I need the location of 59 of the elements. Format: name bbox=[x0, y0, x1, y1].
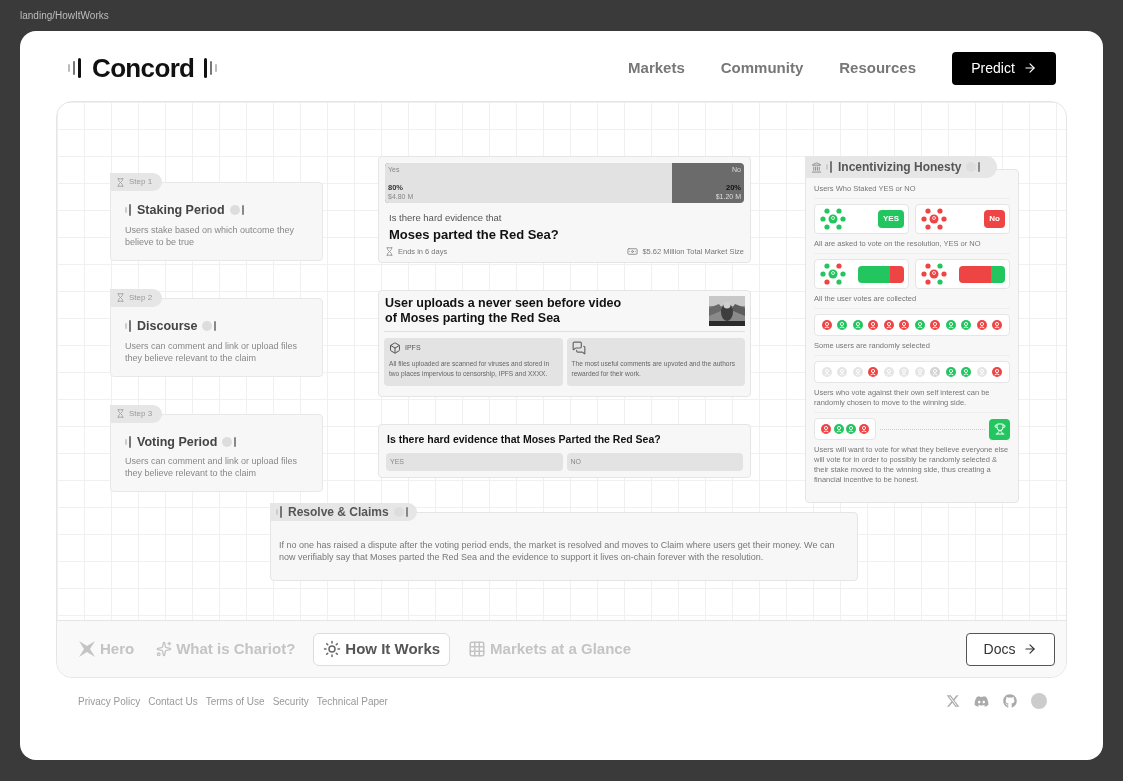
step-description: Users stake based on which outcome they believe to be true bbox=[125, 223, 296, 248]
predict-button[interactable]: Predict bbox=[952, 51, 1056, 85]
question-prefix: Is there hard evidence that bbox=[388, 211, 503, 225]
logo-text: Concord bbox=[92, 55, 195, 81]
step-title: Staking Period bbox=[137, 202, 225, 219]
page-path: landing/HowItWorks bbox=[20, 9, 110, 23]
discord-icon[interactable] bbox=[974, 693, 989, 709]
vote-question: Is there hard evidence that Moses Parted the Red Sea? bbox=[386, 432, 662, 447]
step-label: Step 2 bbox=[129, 291, 153, 304]
step-label: Step 1 bbox=[129, 176, 153, 188]
step-description: Users can comment and link or upload files they believe relevant to the claim bbox=[125, 339, 299, 364]
bars-icon bbox=[125, 435, 133, 448]
step-description: Users can comment and link or upload files they believe relevant to the claim bbox=[125, 455, 299, 480]
chat-icon bbox=[571, 341, 586, 355]
nav-link[interactable]: Markets bbox=[628, 56, 685, 80]
resolve-text: If no one has raised a dispute after the voting period ends, the market is resolved and moves to Claim where users get their money. We can now verifiably say that Moses parted the Red Sea and the evidence to support it lives on-chain forever with the resolution. bbox=[279, 538, 836, 563]
section-title: Resolve & Claims bbox=[288, 504, 389, 521]
hourglass-icon bbox=[116, 177, 125, 187]
bars-icon bbox=[125, 320, 133, 333]
dot-bars-icon bbox=[221, 435, 238, 448]
footer-link[interactable]: Technical Paper bbox=[316, 693, 388, 709]
star-icon bbox=[78, 640, 96, 658]
dot-bars-icon bbox=[965, 161, 982, 173]
question-title: Moses parted the Red Sea? bbox=[388, 226, 560, 245]
docs-button[interactable]: Docs bbox=[966, 632, 1055, 666]
hourglass-icon bbox=[116, 409, 125, 418]
step-title: Voting Period bbox=[137, 433, 218, 451]
footer-link[interactable]: Security bbox=[272, 693, 309, 709]
bars-icon bbox=[125, 204, 133, 217]
dot-bars-icon bbox=[201, 320, 218, 333]
dot-bars-icon bbox=[392, 506, 409, 518]
footer-link[interactable]: Terms of Use bbox=[205, 693, 265, 709]
github-icon[interactable] bbox=[1003, 694, 1017, 708]
section-title: Incentivizing Honesty bbox=[838, 159, 962, 176]
bars-icon bbox=[276, 506, 284, 518]
circle-icon[interactable] bbox=[1031, 693, 1047, 709]
section-tab[interactable]: How It Works bbox=[313, 632, 451, 666]
step-title: Discourse bbox=[137, 317, 198, 335]
nav-link[interactable]: Resources bbox=[839, 56, 916, 80]
step-label: Step 3 bbox=[129, 407, 153, 420]
dot-bars-icon bbox=[228, 204, 245, 217]
stake-badge: YES bbox=[878, 210, 904, 228]
nav-link[interactable]: Community bbox=[720, 56, 804, 80]
hourglass-icon bbox=[116, 293, 125, 303]
hourglass-icon bbox=[385, 246, 394, 256]
bars-icon bbox=[826, 161, 834, 173]
footer-link[interactable]: Privacy Policy bbox=[78, 693, 141, 709]
arrow-right-icon bbox=[1023, 642, 1038, 656]
bank-icon bbox=[811, 161, 822, 173]
sparkle-icon bbox=[156, 641, 173, 657]
cube-icon bbox=[389, 342, 401, 354]
stake-badge: No bbox=[984, 210, 1005, 228]
x-icon[interactable] bbox=[946, 694, 960, 708]
grid-icon bbox=[468, 640, 487, 658]
upload-title: User uploads a never seen before video of Moses parting the Red Sea bbox=[385, 296, 623, 326]
banknote-icon bbox=[627, 245, 639, 257]
logo[interactable]: Concord bbox=[68, 55, 219, 81]
footer-link[interactable]: Contact Us bbox=[148, 693, 198, 709]
trophy-icon bbox=[993, 423, 1006, 435]
